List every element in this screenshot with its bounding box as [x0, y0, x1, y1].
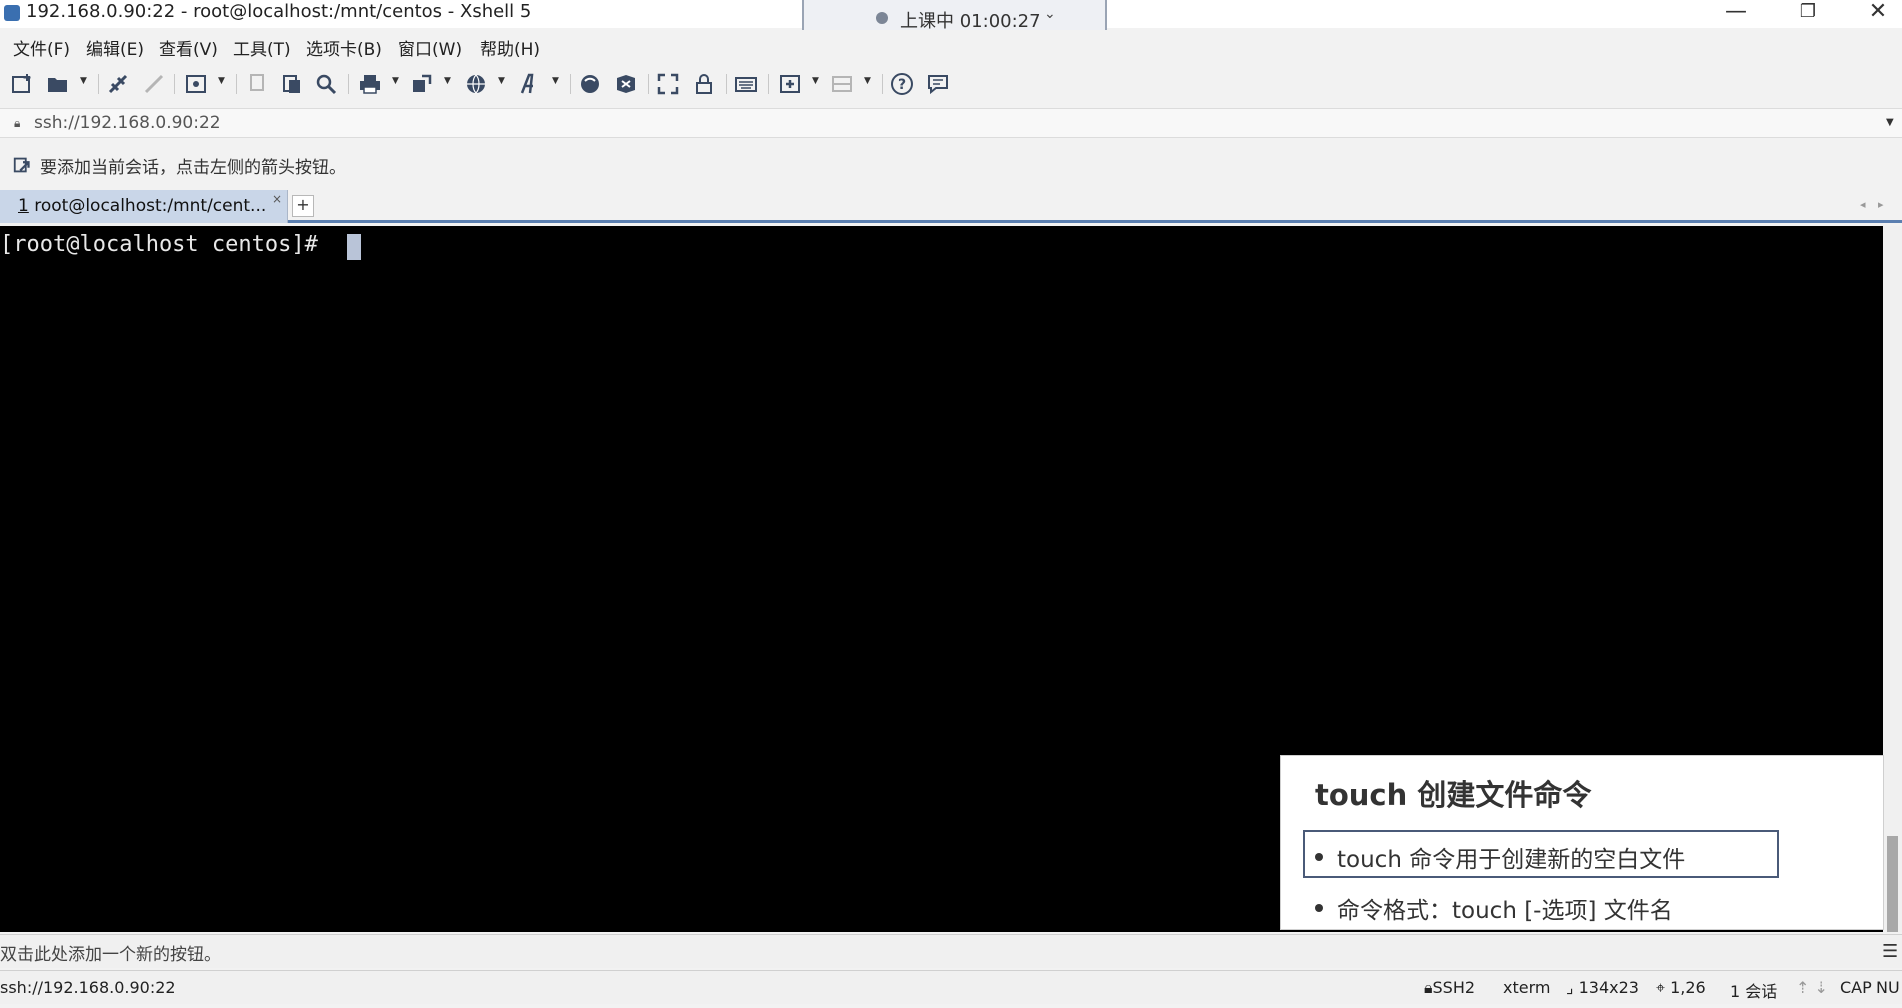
chat-icon[interactable]: [926, 72, 950, 96]
terminal-scrollbar[interactable]: [1883, 226, 1902, 932]
toolbar-separator: [98, 74, 99, 94]
quick-command-bar[interactable]: 双击此处添加一个新的按钮。 ☰: [0, 934, 1902, 968]
disconnect-icon[interactable]: [142, 72, 166, 96]
toolbar-separator: [648, 74, 649, 94]
transfer-icon[interactable]: [410, 72, 434, 96]
quick-command-hint: 双击此处添加一个新的按钮。: [0, 945, 221, 965]
menu-tools[interactable]: 工具(T): [233, 35, 291, 60]
properties-icon[interactable]: [184, 72, 208, 96]
xmanager-icon[interactable]: [614, 72, 638, 96]
slide-title: touch 创建文件命令: [1315, 778, 1592, 812]
layout-dropdown-icon[interactable]: ▼: [864, 76, 871, 86]
open-dropdown-icon[interactable]: ▼: [80, 76, 87, 86]
globe-dropdown-icon[interactable]: ▼: [498, 76, 505, 86]
close-button[interactable]: ✕: [1850, 0, 1902, 28]
font-icon[interactable]: [518, 72, 542, 96]
address-input[interactable]: ssh://192.168.0.90:22: [34, 113, 221, 133]
status-nav-icon[interactable]: ⇡ ⇣: [1796, 978, 1828, 997]
status-num: NU: [1876, 978, 1900, 997]
recording-dot-icon: [876, 12, 888, 24]
layout-icon[interactable]: [830, 72, 854, 96]
minimize-button[interactable]: —: [1708, 0, 1764, 28]
tab-session-1[interactable]: 1 root@localhost:/mnt/cent... ×: [0, 190, 288, 223]
status-size: ⌟ 134x23: [1566, 978, 1639, 997]
compose-icon[interactable]: [778, 72, 802, 96]
status-address: ssh://192.168.0.90:22: [0, 978, 176, 997]
toolbar-separator: [882, 74, 883, 94]
toolbar-separator: [348, 74, 349, 94]
keyboard-icon[interactable]: [734, 72, 758, 96]
tab-prev-icon[interactable]: ◂: [1860, 198, 1866, 211]
resize-icon: ⌟: [1566, 978, 1579, 997]
xftp-icon[interactable]: [578, 72, 602, 96]
scrollbar-thumb[interactable]: [1887, 836, 1898, 932]
menu-window[interactable]: 窗口(W): [398, 35, 462, 60]
paste-icon[interactable]: [280, 72, 304, 96]
svg-text:?: ?: [898, 77, 906, 93]
reconnect-icon[interactable]: [106, 72, 130, 96]
maximize-button[interactable]: ❐: [1780, 0, 1836, 28]
compose-dropdown-icon[interactable]: ▼: [812, 76, 819, 86]
tab-close-icon[interactable]: ×: [272, 192, 282, 206]
toolbar-separator: [174, 74, 175, 94]
new-tab-button[interactable]: +: [292, 195, 314, 217]
tab-label: 1 root@localhost:/mnt/cent...: [18, 196, 267, 216]
toolbar-separator: [768, 74, 769, 94]
toolbar: ▼ ▼ ▼ ▼ ▼ ▼ ▼ ▼ ?: [0, 66, 1902, 102]
status-terminal-type: xterm: [1503, 978, 1551, 997]
tab-bar: 1 root@localhost:/mnt/cent... × + ◂ ▸: [0, 190, 1902, 223]
terminal-cursor: [347, 234, 361, 260]
find-icon[interactable]: [314, 72, 338, 96]
chevron-down-icon[interactable]: ⌄: [1044, 6, 1056, 22]
lock-icon[interactable]: [692, 72, 716, 96]
toolbar-separator: [236, 74, 237, 94]
session-hint-bar: 要添加当前会话，点击左侧的箭头按钮。: [0, 148, 1902, 180]
menu-help[interactable]: 帮助(H): [480, 35, 540, 60]
lesson-slide-overlay: touch 创建文件命令 touch 命令用于创建新的空白文件 命令格式：tou…: [1280, 755, 1884, 930]
fullscreen-icon[interactable]: [656, 72, 680, 96]
terminal-prompt: [root@localhost centos]#: [0, 232, 332, 257]
new-session-icon[interactable]: [10, 72, 34, 96]
xshell-app-icon: [4, 5, 20, 21]
print-icon[interactable]: [358, 72, 382, 96]
window-title: 192.168.0.90:22 - root@localhost:/mnt/ce…: [26, 1, 532, 22]
lock-icon: 🔒︎: [14, 116, 21, 130]
status-sessions: 1 会话: [1730, 982, 1778, 1001]
lock-icon: 🔒︎: [1424, 978, 1433, 997]
add-session-arrow-icon[interactable]: [12, 154, 34, 181]
toolbar-separator: [570, 74, 571, 94]
menu-bar: 文件(F) 编辑(E) 查看(V) 工具(T) 选项卡(B) 窗口(W) 帮助(…: [0, 30, 1902, 62]
status-protocol: 🔒︎SSH2: [1424, 978, 1476, 997]
tab-next-icon[interactable]: ▸: [1878, 198, 1884, 211]
hamburger-menu-icon[interactable]: ☰: [1882, 941, 1898, 962]
menu-file[interactable]: 文件(F): [13, 35, 70, 60]
session-hint-text: 要添加当前会话，点击左侧的箭头按钮。: [40, 158, 346, 178]
copy-icon[interactable]: [246, 72, 270, 96]
status-caps: CAP: [1840, 978, 1872, 997]
transfer-dropdown-icon[interactable]: ▼: [444, 76, 451, 86]
cursor-position-icon: ⌖: [1656, 978, 1671, 997]
status-cursor-position: ⌖ 1,26: [1656, 978, 1706, 997]
menu-edit[interactable]: 编辑(E): [86, 35, 144, 60]
help-icon[interactable]: ?: [890, 72, 914, 96]
status-bar: ssh://192.168.0.90:22 🔒︎SSH2 xterm ⌟ 134…: [0, 970, 1902, 1004]
address-dropdown-icon[interactable]: ▼: [1886, 117, 1894, 128]
font-dropdown-icon[interactable]: ▼: [552, 76, 559, 86]
menu-tabs[interactable]: 选项卡(B): [306, 35, 382, 60]
toolbar-separator: [726, 74, 727, 94]
address-bar[interactable]: 🔒︎ ssh://192.168.0.90:22 ▼: [0, 108, 1902, 138]
menu-view[interactable]: 查看(V): [159, 35, 218, 60]
open-folder-icon[interactable]: [46, 72, 70, 96]
print-dropdown-icon[interactable]: ▼: [392, 76, 399, 86]
properties-dropdown-icon[interactable]: ▼: [218, 76, 225, 86]
slide-bullet: 命令格式：touch [-选项] 文件名: [1315, 891, 1673, 925]
slide-bullet: touch 命令用于创建新的空白文件: [1314, 840, 1685, 874]
globe-icon[interactable]: [464, 72, 488, 96]
